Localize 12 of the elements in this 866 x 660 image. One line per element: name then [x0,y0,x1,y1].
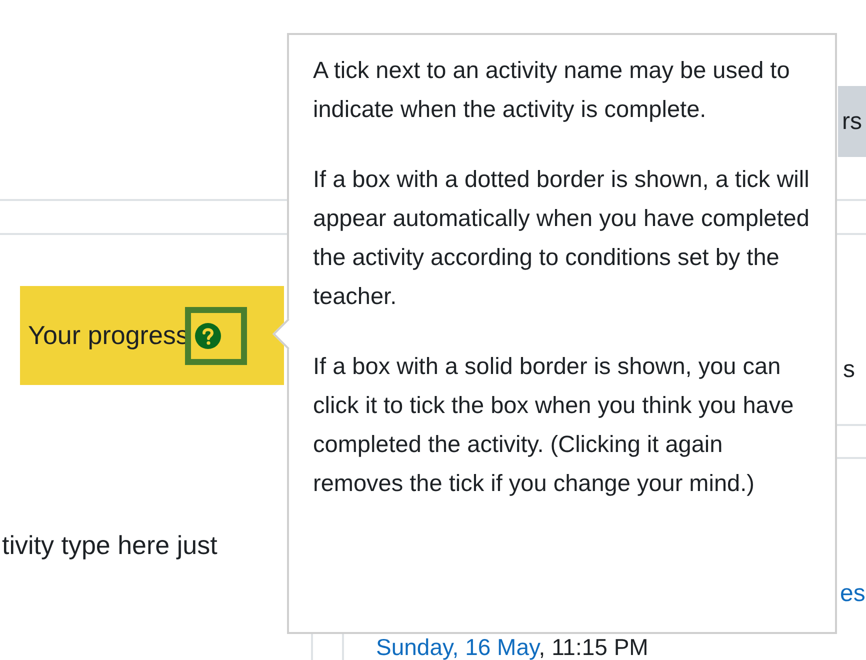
help-button[interactable] [184,306,247,364]
help-text: If a box with a dotted border is shown, a tick will appear automatically when you have completed the activity according to conditions set by the teacher. [313,165,810,311]
help-icon [194,322,221,348]
body-text: s [843,356,855,384]
course-button[interactable]: rs [838,86,866,157]
help-text: If a box with a solid border is shown, you can click it to tick the box when you think you have completed the activity. (Clicking it again removes the tick if you change your mind.) [313,352,795,498]
date-text: Sunday, 16 May, 11:15 PM [376,635,648,660]
link[interactable]: es [840,580,866,608]
date-link[interactable]: Sunday, 16 May [376,634,539,660]
help-text: A tick next to an activity name may be used to indicate when the activity is complete. [313,56,791,124]
progress-label: Your progress [28,320,189,351]
description-text: tivity type here just [2,530,218,561]
